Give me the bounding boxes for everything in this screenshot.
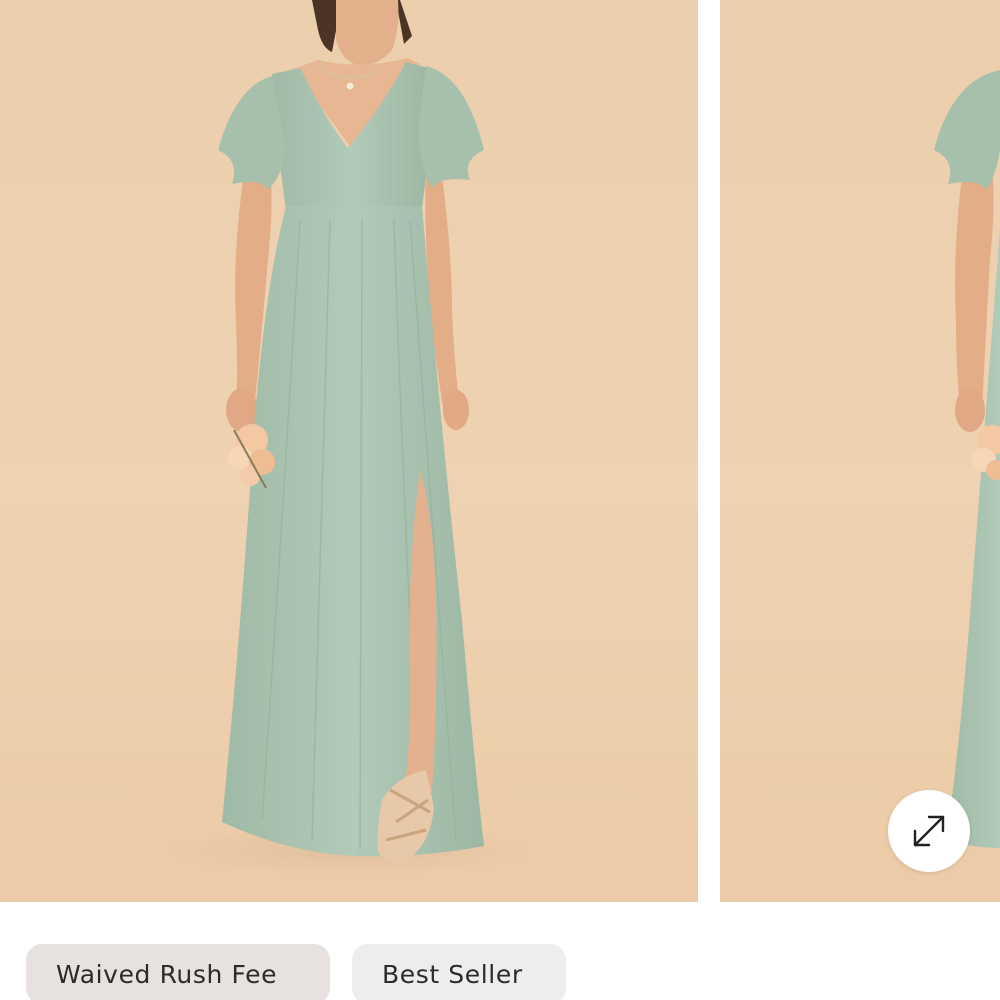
expand-image-button[interactable]: [888, 790, 970, 872]
badge-best-seller: Best Seller: [352, 944, 566, 1000]
product-image-front[interactable]: [0, 0, 698, 902]
product-image-carousel[interactable]: [0, 0, 1000, 902]
model-in-dress-illustration-partial: [934, 70, 1000, 848]
product-badges: Waived Rush Fee Best Seller: [26, 944, 566, 1000]
expand-arrows-icon: [913, 815, 945, 847]
product-page: Waived Rush Fee Best Seller: [0, 0, 1000, 1000]
model-in-dress-illustration: [160, 0, 540, 876]
badge-waived-rush-fee: Waived Rush Fee: [26, 944, 330, 1000]
product-image-side[interactable]: [720, 0, 1000, 902]
